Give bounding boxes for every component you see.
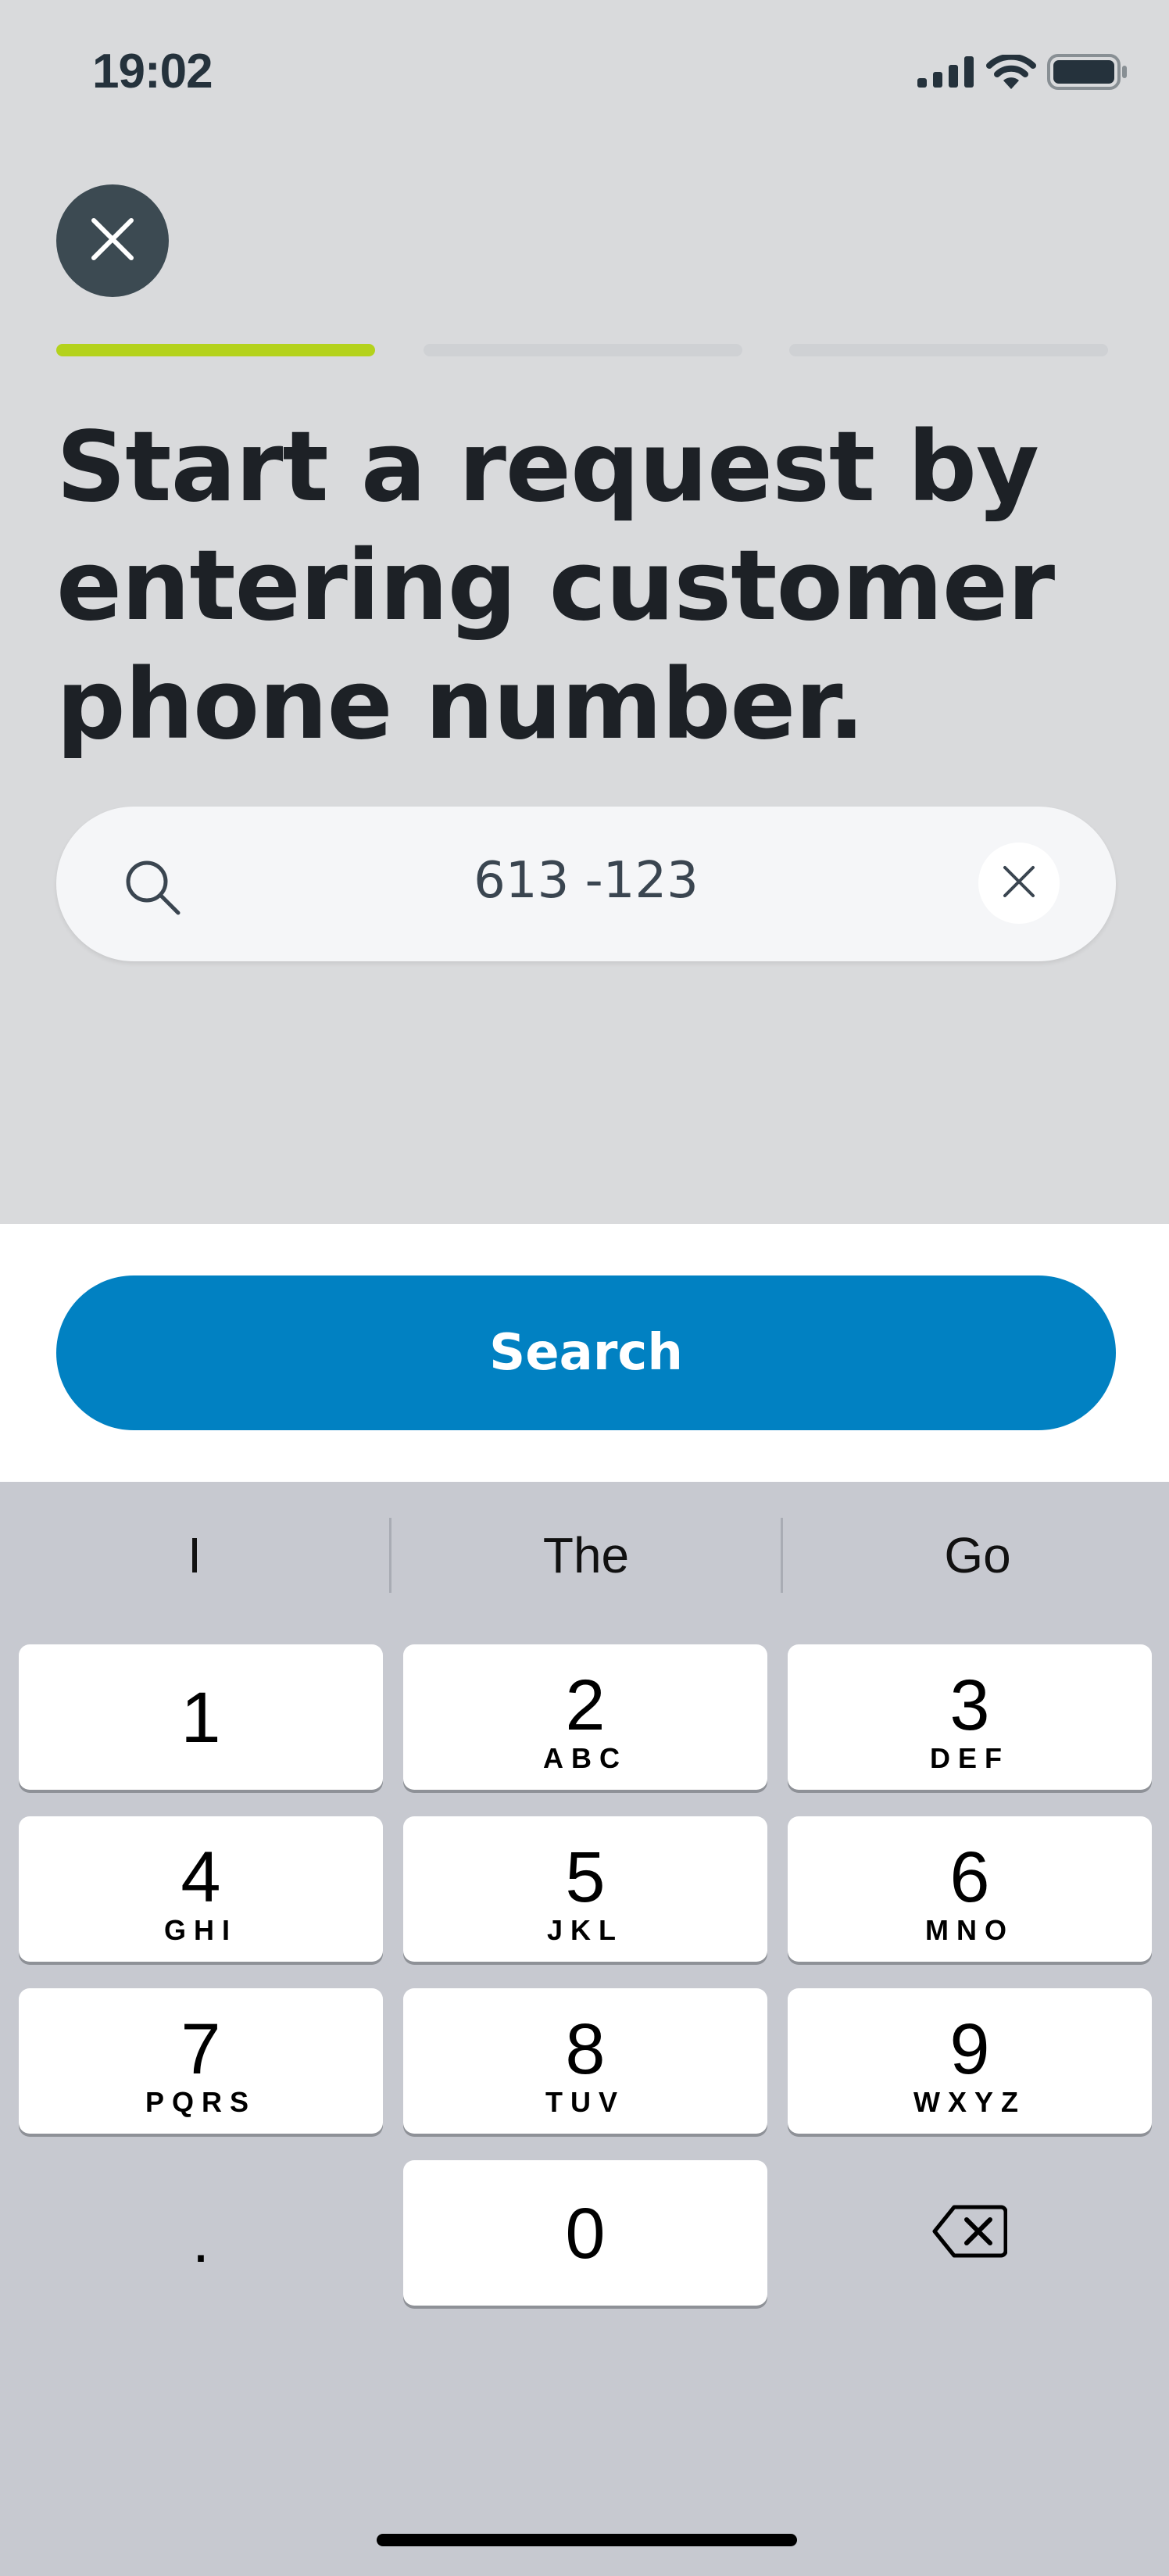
home-indicator[interactable] xyxy=(377,2534,797,2546)
clear-icon xyxy=(1002,864,1036,902)
search-button[interactable]: Search xyxy=(56,1275,1116,1430)
clear-search-button[interactable] xyxy=(978,843,1060,924)
close-button[interactable] xyxy=(56,184,169,297)
status-time: 19:02 xyxy=(92,45,213,98)
key-digit: 5 xyxy=(565,1837,606,1917)
key-dot-label: . xyxy=(191,2206,210,2275)
key-4[interactable]: 4 GHI xyxy=(19,1816,383,1962)
key-letters: PQRS xyxy=(145,2086,257,2118)
search-value[interactable]: 613 -123 xyxy=(56,852,1116,910)
key-letters: GHI xyxy=(163,1914,238,1946)
key-digit: 2 xyxy=(565,1665,606,1745)
key-1[interactable]: 1 xyxy=(19,1644,383,1790)
status-icons xyxy=(917,50,1128,97)
key-digit: 4 xyxy=(181,1837,221,1917)
key-7[interactable]: 7 PQRS xyxy=(19,1988,383,2134)
key-delete[interactable] xyxy=(788,2160,1152,2306)
backspace-icon xyxy=(932,2204,1008,2262)
progress-step-2 xyxy=(424,344,742,356)
page-title: Start a request by entering customer pho… xyxy=(56,411,1055,761)
close-icon xyxy=(89,216,136,266)
progress-step-1 xyxy=(56,344,375,356)
suggestion-item[interactable]: Go xyxy=(783,1518,1169,1593)
cellular-signal-icon xyxy=(917,56,975,91)
key-letters: ABC xyxy=(543,1742,627,1774)
numeric-keyboard: I The Go 1 2 ABC 3 DEF 4 GHI 5 JKL 6 MNO… xyxy=(0,1482,1169,2576)
key-digit: 6 xyxy=(949,1837,990,1917)
progress-step-3 xyxy=(789,344,1108,356)
wifi-icon xyxy=(986,53,1036,92)
key-digit: 8 xyxy=(565,2009,606,2089)
key-digit: 1 xyxy=(181,1678,221,1758)
key-letters: WXYZ xyxy=(913,2086,1026,2118)
suggestion-item[interactable]: I xyxy=(0,1518,389,1593)
action-panel: Search xyxy=(0,1224,1169,1482)
keyboard-suggestions: I The Go xyxy=(0,1482,1169,1635)
key-0[interactable]: 0 xyxy=(403,2160,767,2306)
key-6[interactable]: 6 MNO xyxy=(788,1816,1152,1962)
battery-icon xyxy=(1047,54,1128,93)
key-letters: JKL xyxy=(546,1914,624,1946)
key-letters: DEF xyxy=(930,1742,1010,1774)
key-digit: 9 xyxy=(949,2009,990,2089)
key-digit: 0 xyxy=(565,2194,606,2274)
key-3[interactable]: 3 DEF xyxy=(788,1644,1152,1790)
key-letters: TUV xyxy=(545,2086,625,2118)
key-5[interactable]: 5 JKL xyxy=(403,1816,767,1962)
key-letters: MNO xyxy=(925,1914,1014,1946)
step-progress xyxy=(56,344,1110,356)
key-2[interactable]: 2 ABC xyxy=(403,1644,767,1790)
key-dot[interactable]: . xyxy=(19,2160,383,2306)
key-8[interactable]: 8 TUV xyxy=(403,1988,767,2134)
phone-search-input[interactable]: 613 -123 xyxy=(56,807,1116,961)
key-digit: 3 xyxy=(949,1665,990,1745)
status-bar: 19:02 xyxy=(0,0,1169,148)
request-screen: 19:02 Start a request by entering custom… xyxy=(0,0,1169,1224)
key-digit: 7 xyxy=(181,2009,221,2089)
key-9[interactable]: 9 WXYZ xyxy=(788,1988,1152,2134)
suggestion-item[interactable]: The xyxy=(391,1518,781,1593)
